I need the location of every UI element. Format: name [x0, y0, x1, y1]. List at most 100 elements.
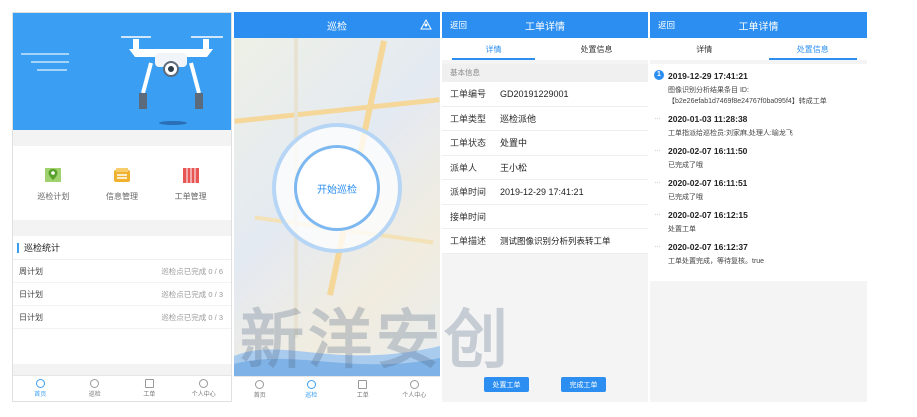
timeline-time: 2020-02-07 16:11:51: [668, 178, 748, 188]
tab-label: 首页: [34, 392, 47, 398]
timeline-desc: 处置工单: [668, 226, 696, 233]
timeline-item: … 2020-02-07 16:11:50 已完成了哦: [654, 145, 861, 171]
tab-handling-info[interactable]: 处置信息: [545, 38, 648, 60]
field-row: 工单类型 巡检派他: [442, 107, 648, 131]
timeline-item: … 2020-02-07 16:11:51 已完成了哦: [654, 177, 861, 203]
tab-patrol[interactable]: 巡检: [72, 376, 117, 401]
handle-workorder-button[interactable]: 处置工单: [484, 377, 529, 392]
start-patrol-button[interactable]: 开始巡检: [317, 181, 357, 196]
stat-value: 巡检点已完成 0 / 6: [161, 266, 223, 276]
bottom-tabbar: 首页 巡检 工单 个人中心: [234, 376, 440, 402]
field-key: 派单时间: [450, 187, 487, 198]
timeline-time: 2020-01-03 11:28:38: [668, 114, 748, 124]
tab-profile[interactable]: 个人中心: [181, 376, 226, 401]
tab-label: 巡检: [88, 392, 101, 398]
workorder-icon: [182, 167, 199, 183]
field-key: 工单描述: [450, 236, 487, 247]
tab-profile[interactable]: 个人中心: [392, 377, 437, 402]
tab-home[interactable]: 首页: [18, 376, 63, 401]
field-value: 巡检派他: [500, 113, 537, 124]
home-menu: 巡检计划 信息管理 工单管理: [13, 146, 231, 220]
timeline-marker: …: [654, 178, 661, 185]
timeline-item: … 2020-01-03 11:28:38 工单指派给巡检员:刘家麻,处理人:喻…: [654, 113, 861, 139]
stat-value: 巡检点已完成 0 / 3: [161, 289, 223, 299]
stat-row[interactable]: 日计划 巡检点已完成 0 / 3: [13, 306, 231, 329]
back-button[interactable]: 返回: [658, 19, 675, 31]
timeline-desc: 已完成了哦: [668, 194, 703, 201]
field-row: 派单人 王小松: [442, 156, 648, 180]
timeline-desc: 已完成了哦: [668, 162, 703, 169]
field-row: 工单描述 测试图像识别分析列表转工单: [442, 229, 648, 254]
scan-icon[interactable]: [420, 18, 432, 30]
page-title: 工单详情: [738, 21, 779, 33]
home-icon: [35, 379, 45, 388]
drone-illustration: [121, 36, 223, 125]
field-row: 派单时间 2019-12-29 17:41:21: [442, 180, 648, 205]
timeline-desc: 工单处置完成，等待复核。true: [668, 258, 765, 265]
finish-workorder-button[interactable]: 完成工单: [561, 377, 606, 392]
timeline-item: 1 2019-12-29 17:41:21 图像识别分析结果条目 ID:【b2e…: [654, 70, 861, 107]
info-list: 工单编号 GD20191229001 工单类型 巡检派他 工单状态 处置中 派单…: [442, 82, 648, 254]
menu-label: 巡检计划: [37, 191, 70, 201]
start-ring: 开始巡检: [272, 123, 402, 253]
field-key: 工单编号: [450, 89, 487, 100]
detail-tabs: 详情 处置信息: [650, 38, 867, 60]
stat-row[interactable]: 日计划 巡检点已完成 0 / 3: [13, 283, 231, 306]
tab-details[interactable]: 详情: [442, 38, 545, 60]
workorder-tab-icon: [358, 380, 368, 389]
tab-handling-info[interactable]: 处置信息: [759, 38, 868, 60]
tab-patrol[interactable]: 巡检: [289, 377, 334, 402]
tab-workorder[interactable]: 工单: [127, 376, 172, 401]
start-circle[interactable]: 开始巡检: [294, 145, 380, 231]
tab-workorder[interactable]: 工单: [340, 377, 385, 402]
handling-info-screen: 返回 工单详情 详情 处置信息 1 2019-12-29 17:41:21 图像…: [650, 12, 867, 402]
home-icon: [255, 380, 265, 389]
timeline-marker: …: [654, 114, 661, 121]
timeline-desc: 图像识别分析结果条目 ID:【b2e26efab1d7469f8e24767f0…: [668, 87, 827, 105]
section-label: 基本信息: [442, 64, 648, 82]
timeline-time: 2020-02-07 16:11:50: [668, 146, 748, 156]
timeline-marker: …: [654, 146, 661, 153]
field-row: 接单时间: [442, 205, 648, 229]
page-title: 工单详情: [525, 21, 565, 33]
workorder-detail-screen: 返回 工单详情 详情 处置信息 基本信息 工单编号 GD20191229001 …: [442, 12, 648, 402]
back-button[interactable]: 返回: [450, 19, 467, 31]
field-key: 接单时间: [450, 211, 487, 222]
patrol-stats: 巡检统计 周计划 巡检点已完成 0 / 6 日计划 巡检点已完成 0 / 3 日…: [13, 236, 231, 364]
field-row: 工单状态 处置中: [442, 131, 648, 156]
timeline-item: … 2020-02-07 16:12:15 处置工单: [654, 209, 861, 235]
menu-label: 工单管理: [174, 191, 207, 201]
menu-patrol-plan[interactable]: 巡检计划: [22, 165, 84, 202]
field-key: 派单人: [450, 162, 478, 173]
tab-home[interactable]: 首页: [237, 377, 282, 402]
action-buttons: 处置工单 完成工单: [442, 377, 648, 392]
field-value: 2019-12-29 17:41:21: [500, 186, 584, 197]
field-value: 王小松: [500, 162, 528, 173]
field-key: 工单状态: [450, 138, 487, 149]
tab-label: 首页: [253, 393, 266, 399]
tab-details[interactable]: 详情: [650, 38, 759, 60]
map-pin-icon: [45, 167, 62, 182]
handling-timeline: 1 2019-12-29 17:41:21 图像识别分析结果条目 ID:【b2e…: [650, 64, 867, 281]
stat-row[interactable]: 周计划 巡检点已完成 0 / 6: [13, 260, 231, 283]
user-icon: [409, 380, 419, 389]
header-bar: 返回 工单详情: [650, 12, 867, 38]
timeline-marker: …: [654, 210, 661, 217]
timeline-marker: …: [654, 242, 661, 249]
page-title: 巡检: [327, 21, 347, 33]
workorder-tab-icon: [144, 379, 154, 388]
timeline-time: 2020-02-07 16:12:37: [668, 242, 748, 252]
bottom-tabbar: 首页 巡检 工单 个人中心: [13, 375, 231, 401]
timeline-marker: 1: [654, 70, 664, 80]
field-key: 工单类型: [450, 113, 487, 124]
info-box-icon: [113, 167, 130, 182]
tab-label: 巡检: [305, 393, 318, 399]
stats-title: 巡检统计: [24, 243, 61, 253]
tab-label: 工单: [143, 392, 156, 398]
stat-name: 日计划: [19, 312, 43, 322]
field-row: 工单编号 GD20191229001: [442, 82, 648, 107]
wave-decoration: [234, 346, 440, 376]
menu-info-manage[interactable]: 信息管理: [91, 165, 153, 202]
menu-workorder-manage[interactable]: 工单管理: [160, 165, 222, 202]
stat-name: 日计划: [19, 289, 43, 299]
